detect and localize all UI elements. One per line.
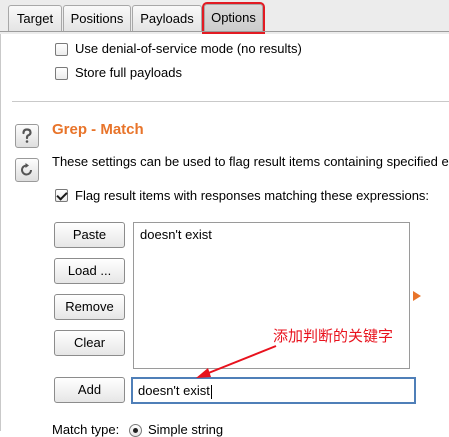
- text-caret: [210, 384, 212, 399]
- dos-mode-checkbox[interactable]: [55, 43, 68, 56]
- paste-button[interactable]: Paste: [54, 222, 125, 248]
- expression-input-value: doesn't exist: [138, 383, 210, 398]
- expression-list[interactable]: doesn't exist: [133, 222, 410, 369]
- tab-positions[interactable]: Positions: [63, 5, 131, 32]
- dos-mode-label: Use denial-of-service mode (no results): [75, 41, 302, 56]
- simple-string-label: Simple string: [148, 422, 224, 437]
- expression-input[interactable]: doesn't exist: [131, 377, 416, 404]
- remove-button[interactable]: Remove: [54, 294, 125, 320]
- reset-icon[interactable]: [15, 158, 39, 182]
- tab-payloads[interactable]: Payloads: [132, 5, 202, 32]
- tab-bar-divider: [0, 31, 449, 32]
- section-title: Grep - Match: [52, 121, 144, 138]
- flag-results-checkbox[interactable]: [55, 189, 68, 202]
- annotation-text: 添加判断的关键字: [273, 328, 394, 345]
- help-icon[interactable]: [15, 124, 39, 148]
- load-button[interactable]: Load ...: [54, 258, 125, 284]
- match-type-label: Match type:: [52, 422, 120, 437]
- flag-results-label: Flag result items with responses matchin…: [75, 188, 430, 203]
- tab-options[interactable]: Options: [202, 2, 265, 34]
- list-item[interactable]: doesn't exist: [140, 227, 212, 242]
- left-border: [0, 34, 1, 431]
- tab-bar: Target Positions Payloads Options: [0, 0, 449, 34]
- store-payloads-checkbox[interactable]: [55, 67, 68, 80]
- section-divider: [12, 101, 449, 102]
- expand-arrow-icon[interactable]: [413, 291, 421, 301]
- tab-target[interactable]: Target: [8, 5, 62, 32]
- section-description: These settings can be used to flag resul…: [52, 154, 449, 169]
- add-button[interactable]: Add: [54, 377, 125, 403]
- store-payloads-label: Store full payloads: [75, 65, 182, 80]
- clear-button[interactable]: Clear: [54, 330, 125, 356]
